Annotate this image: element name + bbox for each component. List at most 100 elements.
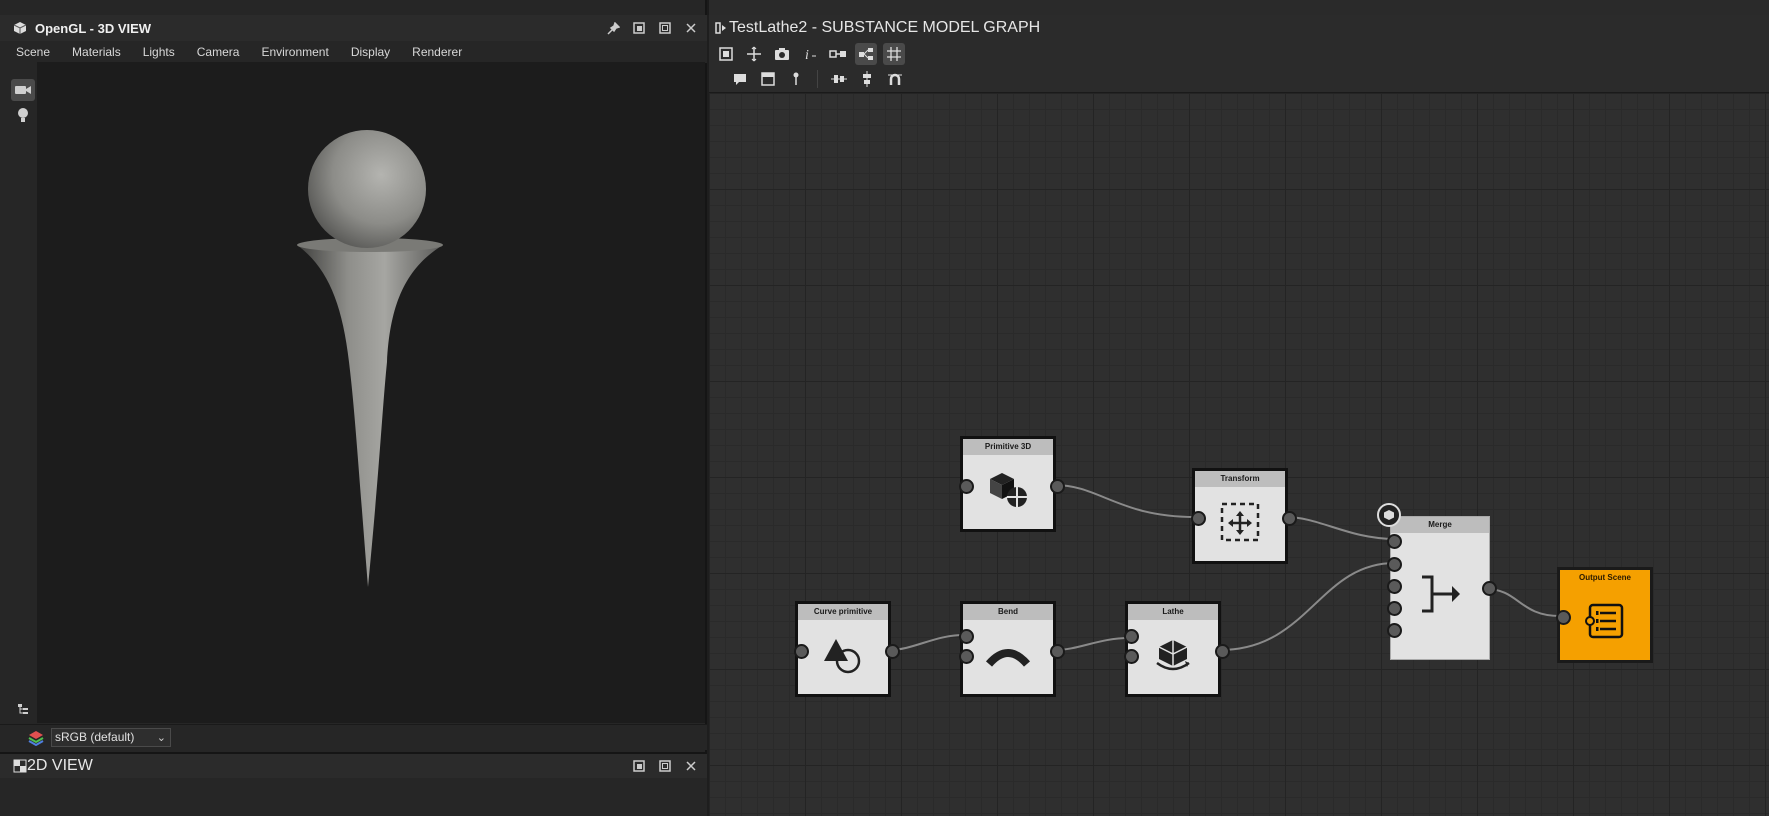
graph-toolbar-main: i [709,41,1769,67]
colorspace-value: sRGB (default) [55,730,135,744]
input-port-2[interactable] [959,649,974,664]
menu-renderer[interactable]: Renderer [412,45,462,59]
wire-lathe-to-merge [1219,562,1396,651]
align-vertical-icon[interactable] [856,68,878,90]
input-port-2[interactable] [1387,557,1402,572]
pin-icon[interactable] [605,20,621,36]
wire-bend-to-lathe [1054,637,1130,651]
node-title: Merge [1391,517,1489,533]
node-primitive-3d[interactable]: Primitive 3D [959,436,1065,532]
align-horizontal-icon[interactable] [828,68,850,90]
input-port-1[interactable] [1124,629,1139,644]
menu-display[interactable]: Display [351,45,390,59]
wire-primitive-to-transform [1054,484,1196,518]
model-graph-title: TestLathe2 - SUBSTANCE MODEL GRAPH [729,19,1041,36]
node-transform[interactable]: Transform [1191,468,1297,564]
3d-view-menubar: Scene Materials Lights Camera Environmen… [0,41,707,63]
graph-icon [715,21,729,35]
node-title: Output Scene [1560,570,1650,586]
transform-icon [1219,501,1261,548]
3d-view-panel: OpenGL - 3D VIEW Scene Materials Lights [0,0,707,816]
graph-toolbar-secondary [709,66,1769,93]
input-port[interactable] [1556,610,1571,625]
curve-primitive-icon [822,635,864,680]
input-port-2[interactable] [1124,649,1139,664]
output-port[interactable] [1215,644,1230,659]
input-port-4[interactable] [1387,601,1402,616]
cube-badge-icon [1377,503,1401,527]
input-port[interactable] [959,479,974,494]
close-icon[interactable] [683,20,699,36]
output-port[interactable] [885,644,900,659]
hierarchy-icon[interactable] [11,698,35,720]
close-icon[interactable] [683,758,699,774]
node-title: Curve primitive [798,604,888,620]
lathe-model-render [297,130,443,587]
output-port[interactable] [1482,581,1497,596]
2d-view-body[interactable] [0,778,707,816]
grid-snap-icon[interactable] [883,43,905,65]
primitive-3d-icon [986,471,1030,514]
maximize-icon[interactable] [657,20,673,36]
info-icon[interactable]: i [799,43,821,65]
svg-text:i: i [805,48,809,62]
pin-node-icon[interactable] [785,68,807,90]
graph-canvas[interactable]: Primitive 3D Transform Merge Output Scen… [709,93,1769,816]
viewport-bottom-bar: sRGB (default) ⌄ [0,724,707,750]
model-graph-header: TestLathe2 - SUBSTANCE MODEL GRAPH [709,15,1769,41]
link-nodes-icon[interactable] [827,43,849,65]
node-layout-icon[interactable] [855,43,877,65]
layers-icon[interactable] [28,730,44,751]
2d-view-title: 2D VIEW [27,757,93,774]
chevron-down-icon: ⌄ [156,732,166,744]
node-bend[interactable]: Bend [959,601,1065,697]
colorspace-select[interactable]: sRGB (default) ⌄ [51,728,171,747]
maximize-icon[interactable] [657,758,673,774]
frame-icon[interactable] [757,68,779,90]
frame-all-icon[interactable] [715,43,737,65]
comment-icon[interactable] [729,68,751,90]
3d-viewport[interactable] [37,62,705,723]
2d-view-header: 2D VIEW [0,752,707,778]
toolbar-separator [817,70,818,88]
node-title: Transform [1195,471,1285,487]
restore-icon[interactable] [631,20,647,36]
output-port[interactable] [1050,479,1065,494]
node-title: Primitive 3D [963,439,1053,455]
lathe-icon [1153,635,1193,680]
node-curve-primitive[interactable]: Curve primitive [794,601,900,697]
snap-magnet-icon[interactable] [884,68,906,90]
output-port[interactable] [1050,644,1065,659]
input-port-5[interactable] [1387,623,1402,638]
camera-icon[interactable] [11,79,35,101]
wire-merge-to-output [1485,588,1561,617]
menu-camera[interactable]: Camera [197,45,240,59]
input-port-1[interactable] [959,629,974,644]
menu-lights[interactable]: Lights [143,45,175,59]
output-port[interactable] [1282,511,1297,526]
checker-icon [13,759,27,773]
merge-icon [1418,574,1462,619]
node-merge[interactable]: Merge [1377,503,1497,660]
input-port-1[interactable] [1387,534,1402,549]
light-bulb-icon[interactable] [11,104,35,126]
restore-icon[interactable] [631,758,647,774]
menu-environment[interactable]: Environment [261,45,328,59]
bend-icon [985,640,1031,675]
snapshot-icon[interactable] [771,43,793,65]
cube-icon [13,21,27,35]
frame-selected-icon[interactable] [743,43,765,65]
input-port[interactable] [794,644,809,659]
menu-scene[interactable]: Scene [16,45,50,59]
node-title: Lathe [1128,604,1218,620]
node-title: Bend [963,604,1053,620]
menu-materials[interactable]: Materials [72,45,121,59]
node-lathe[interactable]: Lathe [1124,601,1230,697]
3d-view-title: OpenGL - 3D VIEW [35,20,152,36]
app-root: OpenGL - 3D VIEW Scene Materials Lights [0,0,1769,816]
viewport-toolstrip [8,76,36,724]
wire-curve-to-bend [888,634,965,651]
node-output-scene[interactable]: Output Scene [1556,567,1653,663]
input-port-3[interactable] [1387,579,1402,594]
input-port[interactable] [1191,511,1206,526]
